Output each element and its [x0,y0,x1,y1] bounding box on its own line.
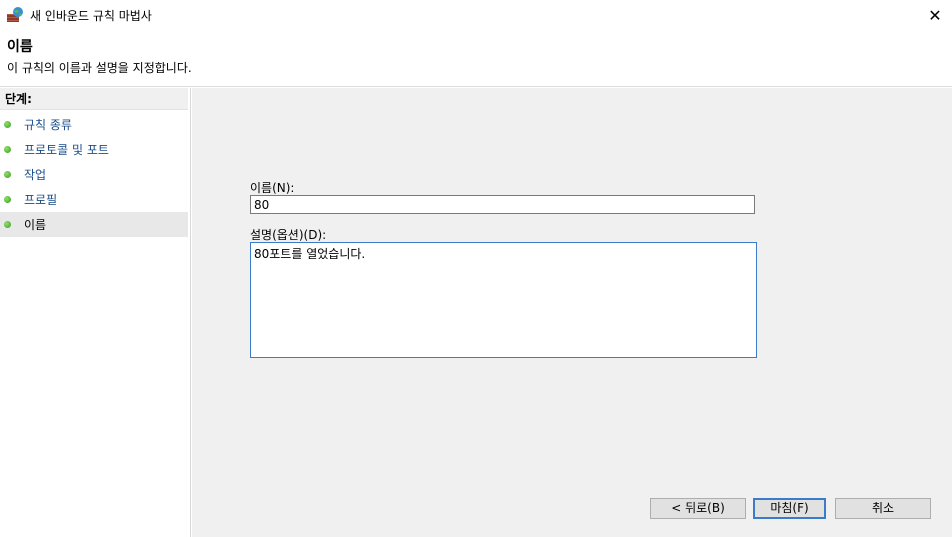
step-name: 이름 [0,212,188,237]
step-status-icon [4,171,11,178]
steps-sidebar: 단계: 규칙 종류 프로토콜 및 포트 작업 프로필 이름 [0,88,191,537]
description-label: 설명(옵션)(D): [250,228,327,242]
step-status-icon [4,121,11,128]
step-status-icon [4,196,11,203]
name-input[interactable] [250,195,755,214]
close-button[interactable]: ✕ [918,0,952,30]
window-title: 새 인바운드 규칙 마법사 [30,9,152,23]
step-action[interactable]: 작업 [0,162,188,187]
step-label: 이름 [24,218,47,232]
step-label: 규칙 종류 [24,118,72,132]
title-bar: 새 인바운드 규칙 마법사 ✕ [0,0,952,30]
step-label: 프로필 [24,193,58,207]
firewall-globe-icon [7,7,23,22]
wizard-content: 이름(N): 설명(옵션)(D): 80포트를 열었습니다. < 뒤로(B) 마… [192,88,952,537]
page-subtitle: 이 규칙의 이름과 설명을 지정합니다. [7,61,192,75]
wizard-header: 이름 이 규칙의 이름과 설명을 지정합니다. [0,30,952,87]
step-label: 작업 [24,168,47,182]
step-profile[interactable]: 프로필 [0,187,188,212]
finish-button[interactable]: 마침(F) [753,498,826,519]
close-icon: ✕ [928,5,942,25]
page-title: 이름 [7,39,33,55]
step-protocol-ports[interactable]: 프로토콜 및 포트 [0,137,188,162]
steps-header: 단계: [0,88,188,110]
back-button[interactable]: < 뒤로(B) [650,498,746,519]
name-label: 이름(N): [250,181,295,195]
description-input[interactable]: 80포트를 열었습니다. [250,242,757,358]
step-label: 프로토콜 및 포트 [24,143,109,157]
step-status-icon [4,146,11,153]
step-rule-type[interactable]: 규칙 종류 [0,112,188,137]
cancel-button[interactable]: 취소 [835,498,931,519]
step-status-icon [4,221,11,228]
